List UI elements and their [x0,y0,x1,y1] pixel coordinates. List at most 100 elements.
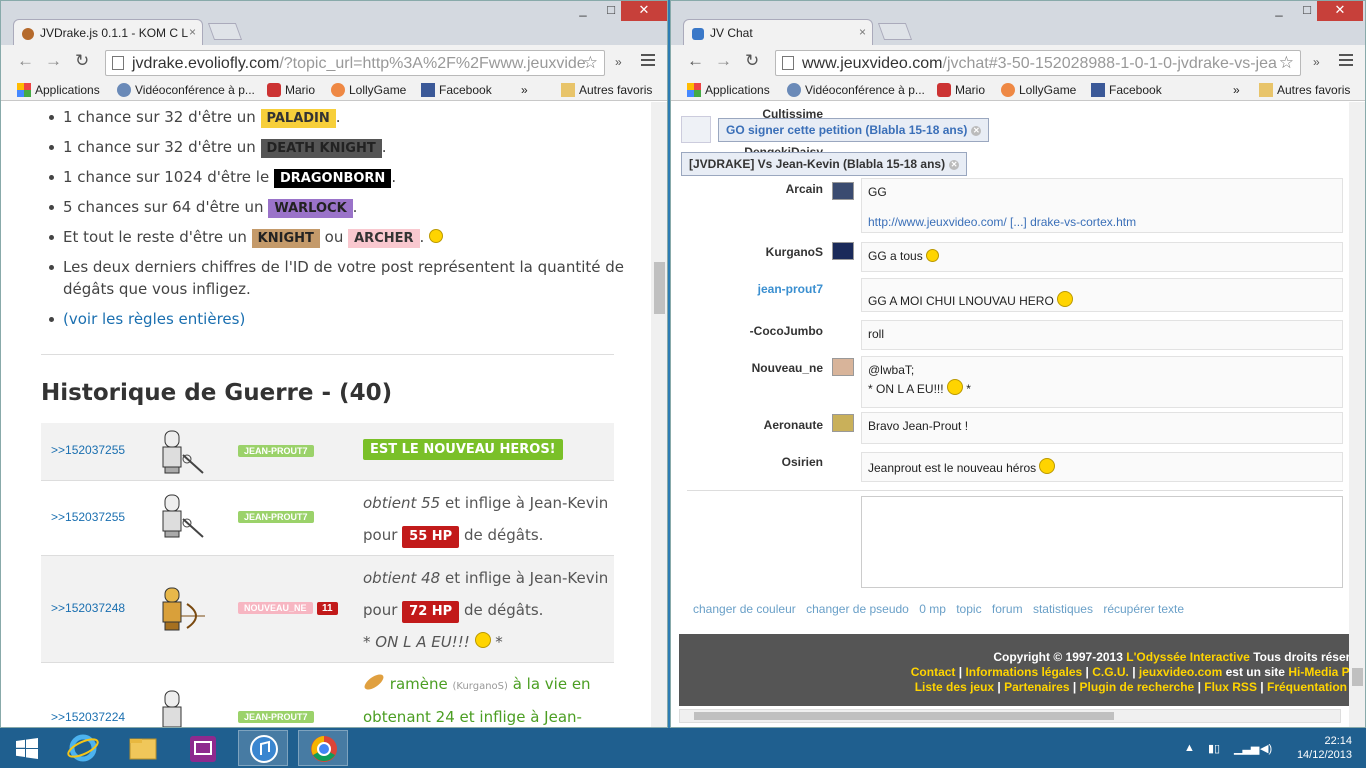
chat-message: Bravo Jean-Prout ! [861,412,1343,444]
revive-text: à la vie en [512,675,591,693]
bookmark-applications[interactable]: Applications [17,83,100,97]
file-explorer-button[interactable] [118,730,168,766]
tab-close-icon[interactable]: × [859,25,866,39]
bookmark-videoconference[interactable]: Vidéoconférence à p... [787,83,925,97]
extensions-chevron-icon[interactable]: » [1313,55,1320,69]
left-address-bar[interactable]: jvdrake.evoliofly.com/?topic_url=http%3A… [105,50,605,76]
footer-link[interactable]: Partenaires [1004,680,1069,694]
chat-nick[interactable]: Nouveau_ne [752,361,823,375]
topic-overlay-jvdrake[interactable]: [JVDRAKE] Vs Jean-Kevin (Blabla 15-18 an… [681,152,968,176]
remote-app-button[interactable] [178,730,228,766]
left-scrollbar[interactable] [651,102,667,727]
internet-explorer-button[interactable] [58,730,108,766]
bookmarks-more[interactable]: » [1233,83,1240,97]
chat-nick[interactable]: Osirien [782,455,823,469]
bookmark-label: Mario [285,83,316,97]
extensions-chevron-icon[interactable]: » [615,55,622,69]
back-arrow-icon[interactable]: ← [687,52,704,69]
link-topic[interactable]: topic [956,602,981,616]
post-id-link[interactable]: >>152037255 [51,443,125,457]
chrome-menu-icon[interactable] [641,54,655,69]
close-window-button[interactable]: ✕ [621,1,667,21]
message-link[interactable]: http://www.jeuxvideo.com/ [...] drake-vs… [868,214,1336,231]
minimize-button[interactable]: _ [1265,1,1293,21]
bookmark-facebook[interactable]: Facebook [1091,83,1162,97]
chrome-button[interactable] [298,730,348,766]
new-tab-button[interactable] [877,23,913,40]
chat-nick[interactable]: jean-prout7 [758,282,823,296]
message-text: pour [363,601,398,619]
bookmark-mario[interactable]: Mario [267,83,315,97]
link-forum[interactable]: forum [992,602,1023,616]
forward-arrow-icon[interactable]: → [715,52,732,69]
footer-link[interactable]: Plugin de recherche [1080,680,1195,694]
bookmark-other-favorites[interactable]: Autres favoris [1259,83,1350,97]
overlay-checkbox[interactable] [681,116,711,143]
forward-arrow-icon[interactable]: → [45,52,62,69]
reload-icon[interactable]: ↻ [745,52,759,69]
bookmark-lollygame[interactable]: LollyGame [1001,83,1076,97]
bookmark-videoconference[interactable]: Vidéoconférence à p... [117,83,255,97]
tab-close-icon[interactable]: × [189,25,196,39]
full-rules-link[interactable]: (voir les règles entières) [63,310,245,328]
chat-nick[interactable]: Aeronaute [764,418,823,432]
right-scrollbar[interactable] [1349,102,1365,727]
bookmarks-more[interactable]: » [521,83,528,97]
link-change-nick[interactable]: changer de pseudo [806,602,909,616]
footer-link[interactable]: Flux RSS [1204,680,1257,694]
quote-text-end: * [495,633,503,651]
back-arrow-icon[interactable]: ← [17,52,34,69]
post-id-link[interactable]: >>152037255 [51,510,125,524]
chat-nick[interactable]: Arcain [786,182,823,196]
close-window-button[interactable]: ✕ [1317,1,1363,21]
footer-link[interactable]: Fréquentation c [1267,680,1357,694]
reload-icon[interactable]: ↻ [75,52,89,69]
minimize-button[interactable]: _ [569,1,597,21]
chat-message-input[interactable] [861,496,1343,588]
bookmark-mario[interactable]: Mario [937,83,985,97]
tray-device-icon[interactable]: ▮▯ [1208,742,1220,755]
footer-link[interactable]: C.G.U. [1092,665,1129,679]
bookmark-facebook[interactable]: Facebook [421,83,492,97]
link-change-color[interactable]: changer de couleur [693,602,796,616]
bookmark-star-icon[interactable]: ☆ [1279,53,1294,73]
footer-link[interactable]: L'Odyssée Interactive [1126,650,1250,664]
scroll-thumb[interactable] [1352,668,1363,686]
chrome-menu-icon[interactable] [1339,54,1353,69]
link-recover-text[interactable]: récupérer texte [1103,602,1184,616]
topic-overlay-petition[interactable]: GO signer cette petition (Blabla 15-18 a… [718,118,990,142]
scroll-thumb[interactable] [654,262,665,314]
close-overlay-icon[interactable]: ✕ [971,125,982,136]
chat-nick[interactable]: -CocoJumbo [750,324,823,338]
right-tab-jvchat[interactable]: JV Chat × [683,19,873,46]
close-overlay-icon[interactable]: ✕ [949,159,960,170]
left-tab-jvdrake[interactable]: JVDrake.js 0.1.1 - KOM C L × [13,19,203,46]
tray-chevron-icon[interactable]: ▲ [1184,742,1195,754]
network-signal-icon[interactable]: ▁▃▅ [1234,742,1259,755]
right-address-bar[interactable]: www.jeuxvideo.com/jvchat#3-50-152028988-… [775,50,1301,76]
scroll-thumb[interactable] [694,712,1114,720]
right-url-main: www.jeuxvideo.com [802,55,943,72]
volume-icon[interactable]: ◀) [1260,742,1272,755]
rule-warlock: 5 chances sur 64 d'être un WARLOCK. [48,196,357,218]
new-tab-button[interactable] [207,23,243,40]
link-mp[interactable]: 0 mp [919,602,946,616]
footer-link[interactable]: Liste des jeux [915,680,994,694]
chat-nick[interactable]: KurganoS [766,245,823,259]
itunes-button[interactable] [238,730,288,766]
footer-link[interactable]: Hi-Media Pu [1288,665,1357,679]
post-id-link[interactable]: >>152037224 [51,710,125,724]
footer-link[interactable]: jeuxvideo.com [1139,665,1222,679]
system-clock[interactable]: 22:14 14/12/2013 [1297,734,1352,762]
horizontal-scrollbar[interactable] [679,709,1341,723]
post-id-link[interactable]: >>152037248 [51,601,125,615]
bookmark-applications[interactable]: Applications [687,83,770,97]
bookmark-other-favorites[interactable]: Autres favoris [561,83,652,97]
footer-link[interactable]: Informations légales [965,665,1082,679]
link-statistics[interactable]: statistiques [1033,602,1093,616]
bookmark-star-icon[interactable]: ☆ [583,53,598,73]
start-button[interactable] [2,730,52,766]
footer-link[interactable]: Contact [911,665,956,679]
rule-punct: . [419,228,425,246]
bookmark-lollygame[interactable]: LollyGame [331,83,406,97]
